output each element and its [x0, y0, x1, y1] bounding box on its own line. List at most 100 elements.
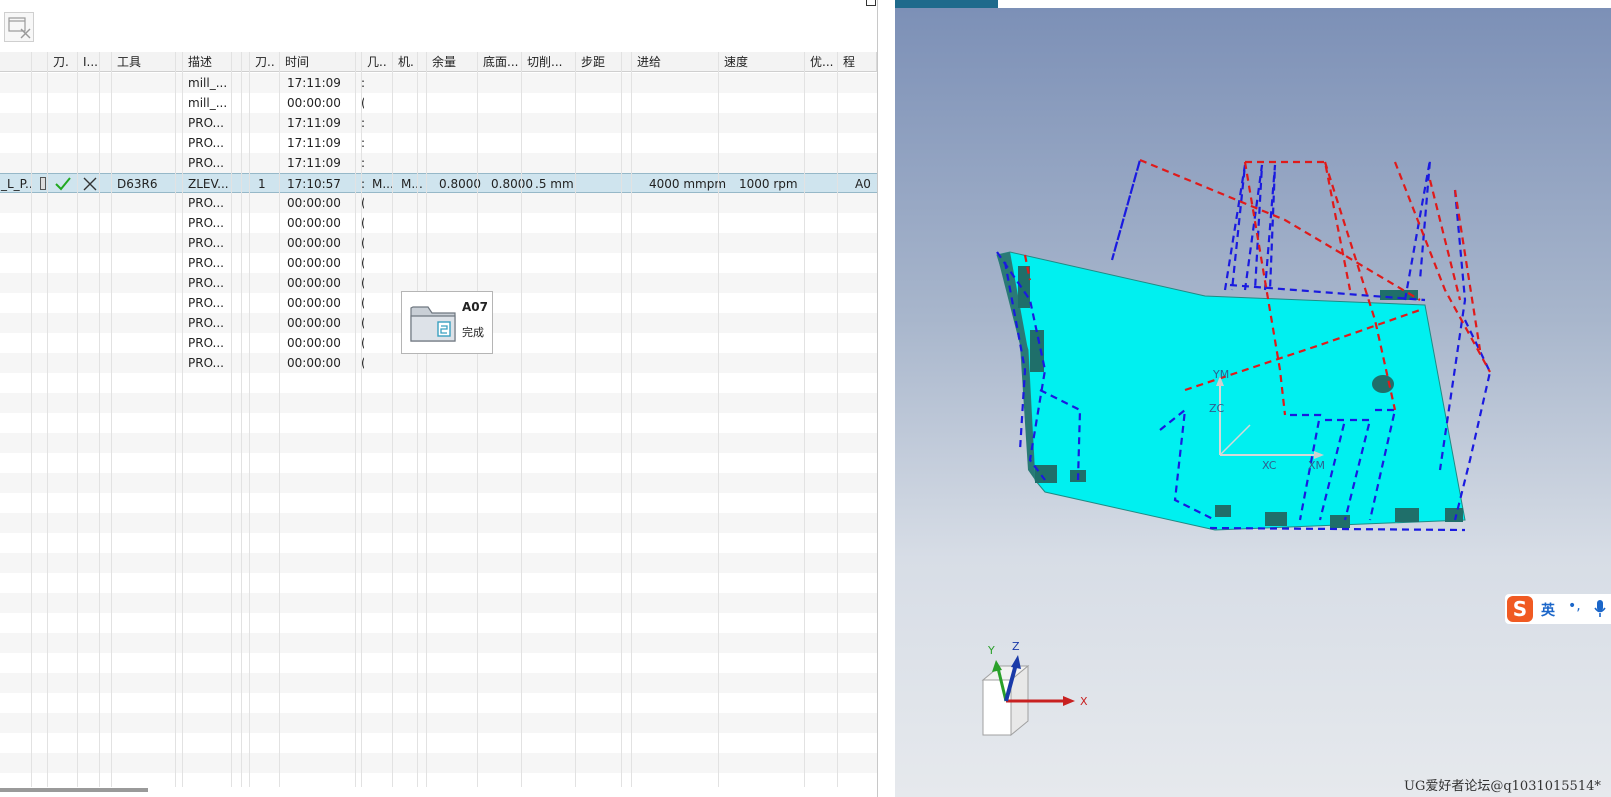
sogou-logo[interactable]: S — [1507, 596, 1533, 622]
column-header[interactable]: 机. — [393, 52, 418, 72]
table-row[interactable] — [0, 373, 877, 393]
microphone-icon[interactable] — [1593, 599, 1607, 619]
column-header[interactable]: 余量 — [427, 52, 478, 72]
status-flag-cell: ( — [356, 293, 364, 313]
table-row[interactable] — [0, 493, 877, 513]
view-triad[interactable]: X Y Z — [981, 640, 1088, 737]
column-header[interactable]: 程 — [838, 52, 877, 72]
floor-stock-cell: 0.8000 — [491, 177, 533, 191]
table-row[interactable]: PRO... 00:00:00 ( — [0, 253, 877, 273]
column-divider — [417, 52, 418, 787]
column-header[interactable]: 底面... — [478, 52, 522, 72]
ime-language-toggle[interactable]: 英 — [1541, 600, 1555, 620]
column-divider — [111, 52, 112, 787]
table-row[interactable]: PRO... 00:00:00 ( — [0, 273, 877, 293]
table-row[interactable] — [0, 673, 877, 693]
description-cell: PRO... — [188, 356, 224, 370]
folder-icon — [410, 306, 456, 342]
graphics-viewport[interactable]: YM ZC XC XM X Y Z — [895, 0, 1611, 797]
table-row[interactable] — [0, 713, 877, 733]
table-row[interactable] — [0, 453, 877, 473]
status-flag-cell: : — [356, 73, 364, 93]
column-header[interactable]: 刀. — [48, 52, 78, 72]
column-header[interactable]: 时间 — [280, 52, 356, 72]
speed-cell: 1000 rpm — [739, 177, 798, 191]
column-header[interactable]: 速度 — [719, 52, 805, 72]
column-header[interactable]: 切削... — [522, 52, 576, 72]
table-row[interactable]: mill_... 00:00:00 ( — [0, 93, 877, 113]
column-header[interactable]: 刀.. — [250, 52, 280, 72]
column-header[interactable]: 工具 — [112, 52, 176, 72]
description-cell: PRO... — [188, 296, 224, 310]
time-cell: 17:10:57 — [287, 177, 341, 191]
lock-status-icon — [40, 177, 46, 190]
window-close-icon[interactable] — [4, 12, 34, 42]
wcs-ym-label: YM — [1212, 368, 1229, 381]
table-row[interactable]: PRO... 00:00:00 ( — [0, 193, 877, 213]
ime-toolbar[interactable]: S 英 •, — [1505, 594, 1611, 624]
table-row[interactable]: mill_... 17:11:09: — [0, 73, 877, 93]
horizontal-scrollbar[interactable] — [0, 788, 148, 792]
column-header[interactable] — [0, 52, 32, 72]
column-divider — [182, 52, 183, 787]
column-divider — [361, 52, 362, 787]
status-flag-cell: ( — [356, 93, 364, 113]
table-row[interactable]: PRO... 00:00:00 ( — [0, 353, 877, 373]
column-header[interactable]: 优... — [805, 52, 838, 72]
column-header[interactable]: I... — [78, 52, 100, 72]
table-row[interactable] — [0, 693, 877, 713]
table-row[interactable] — [0, 393, 877, 413]
table-row[interactable] — [0, 573, 877, 593]
table-row[interactable] — [0, 433, 877, 453]
panel-close-button[interactable] — [866, 0, 876, 6]
table-row[interactable]: PRO... 17:11:09: — [0, 113, 877, 133]
ime-punctuation-toggle[interactable]: •, — [1568, 598, 1581, 614]
table-row[interactable] — [0, 633, 877, 653]
table-row[interactable] — [0, 653, 877, 673]
status-flag-cell: : — [356, 133, 364, 153]
table-row[interactable]: PRO... 00:00:00 ( — [0, 233, 877, 253]
operation-navigator: 刀. I... 工具 描述 刀.. 时间 几.. 机. 余量 底面... 切削... 步距 进给 速度 优.… — [0, 0, 877, 797]
column-header[interactable]: 几.. — [362, 52, 393, 72]
time-cell: 17:11:09 — [287, 116, 341, 130]
operation-name: _L_P... — [1, 177, 32, 191]
column-divider — [355, 52, 356, 787]
table-row[interactable] — [0, 473, 877, 493]
column-divider — [279, 52, 280, 787]
column-divider — [621, 52, 622, 787]
table-row[interactable] — [0, 733, 877, 753]
tooltip-status: 完成 — [462, 326, 484, 339]
column-divider — [804, 52, 805, 787]
table-row[interactable] — [0, 753, 877, 773]
table-row[interactable] — [0, 413, 877, 433]
table-row[interactable]: PRO... 17:11:09: — [0, 133, 877, 153]
column-divider — [77, 52, 78, 787]
table-row[interactable] — [0, 593, 877, 613]
tool-number-cell: 1 — [258, 177, 266, 191]
status-flag-cell: ( — [356, 313, 364, 333]
column-header[interactable]: 进给 — [632, 52, 719, 72]
time-cell: 00:00:00 — [287, 196, 341, 210]
status-flag-cell: : — [356, 174, 364, 194]
table-row[interactable]: PRO... 17:11:09: — [0, 153, 877, 173]
description-cell: ZLEV... — [188, 177, 229, 191]
description-cell: PRO... — [188, 196, 224, 210]
wcs-xc-label: XC — [1262, 459, 1277, 472]
time-cell: 00:00:00 — [287, 276, 341, 290]
status-flag-cell: : — [356, 153, 364, 173]
table-row[interactable]: PRO... 00:00:00 ( — [0, 213, 877, 233]
table-row[interactable] — [0, 613, 877, 633]
triad-x-label: X — [1080, 695, 1088, 708]
panel-splitter[interactable] — [877, 0, 895, 797]
column-divider — [231, 52, 232, 787]
table-row[interactable]: _L_P... D63R6 ZLEV... 1 17:10:57: M... M... 0.8… — [0, 173, 877, 193]
column-divider — [392, 52, 393, 787]
status-flag-cell: ( — [356, 333, 364, 353]
column-header[interactable] — [32, 52, 48, 72]
time-cell: 00:00:00 — [287, 356, 341, 370]
table-row[interactable] — [0, 553, 877, 573]
table-row[interactable] — [0, 513, 877, 533]
table-row[interactable] — [0, 533, 877, 553]
column-header[interactable]: 步距 — [576, 52, 622, 72]
column-header[interactable]: 描述 — [183, 52, 232, 72]
